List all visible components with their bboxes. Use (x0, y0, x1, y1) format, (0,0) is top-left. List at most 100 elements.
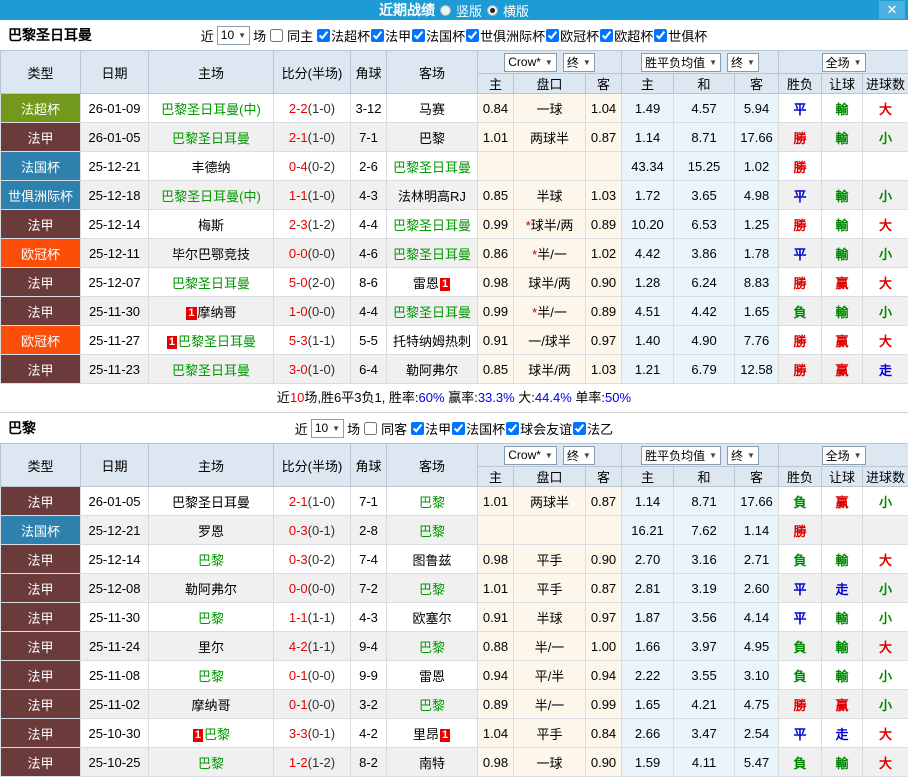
score-cell: 2-2(1-0) (274, 94, 351, 123)
team-label: 巴黎 (204, 727, 230, 742)
filter-bar-paris: 巴黎 近 10▼ 场 同客 法甲法国杯球会友谊法乙 (0, 412, 908, 443)
halftime-score: (1-2) (308, 755, 335, 770)
avg-away-cell: 3.10 (735, 661, 779, 690)
date-cell: 25-12-18 (81, 181, 149, 210)
odds-group-header: Crow*▼ 终▼ (478, 444, 622, 467)
summary-segment: 近 (277, 390, 290, 405)
league-checkbox[interactable] (411, 422, 424, 435)
home-odds-cell: 0.85 (478, 355, 514, 384)
same-away-checkbox[interactable] (364, 422, 377, 435)
away-odds-cell (586, 152, 622, 181)
same-home-label: 同主 (287, 26, 313, 45)
league-checkbox[interactable] (573, 422, 586, 435)
handicap-result-cell: 輸 (822, 632, 863, 661)
league-checkbox[interactable] (412, 29, 425, 42)
league-checkbox[interactable] (600, 29, 613, 42)
handicap-result-cell: 走 (822, 719, 863, 748)
fulltime-score: 1-0 (289, 304, 308, 319)
fulltime-score: 5-3 (289, 333, 308, 348)
horizontal-layout-radio[interactable] (487, 5, 498, 16)
league-checkbox[interactable] (506, 422, 519, 435)
recent-count-select[interactable]: 10▼ (217, 26, 250, 45)
avg-home-cell: 16.21 (622, 516, 674, 545)
result-cell: 平 (779, 94, 822, 123)
fulltime-score: 0-3 (289, 552, 308, 567)
avg-time-select[interactable]: 终▼ (727, 53, 759, 72)
match-row: 世俱洲际杯25-12-18巴黎圣日耳曼(中)1-1(1-0)4-3法林明高RJ0… (1, 181, 908, 210)
odds-time-select[interactable]: 终▼ (563, 53, 595, 72)
odds-time-select[interactable]: 终▼ (563, 446, 595, 465)
type-cell: 法甲 (1, 268, 81, 297)
corners-cell: 6-4 (351, 355, 387, 384)
bookmaker-select[interactable]: Crow*▼ (504, 53, 557, 72)
chevron-down-icon: ▼ (332, 424, 340, 433)
avg-draw-cell: 15.25 (674, 152, 735, 181)
fulltime-select[interactable]: 全场▼ (822, 53, 866, 72)
away-odds-cell: 0.89 (586, 210, 622, 239)
avg-away-cell: 1.65 (735, 297, 779, 326)
same-home-checkbox[interactable] (270, 29, 283, 42)
league-label: 法乙 (587, 419, 613, 438)
bookmaker-select[interactable]: Crow*▼ (504, 446, 557, 465)
goals-result-cell (863, 516, 908, 545)
avg-select[interactable]: 胜平负均值▼ (641, 446, 721, 465)
team-label: 巴黎 (198, 669, 224, 684)
matches-label: 场 (253, 26, 266, 45)
league-label: 世俱洲际杯 (480, 26, 545, 45)
halftime-score: (1-0) (308, 494, 335, 509)
goals-result-cell: 大 (863, 748, 908, 777)
score-cell: 0-1(0-0) (274, 690, 351, 719)
match-row: 法甲25-11-30巴黎1-1(1-1)4-3欧塞尔0.91半球0.971.87… (1, 603, 908, 632)
handicap-cell: 平手 (514, 545, 586, 574)
league-checkbox[interactable] (546, 29, 559, 42)
home-team-cell: 巴黎 (149, 748, 274, 777)
page-title: 近期战绩 (379, 0, 435, 20)
fulltime-score: 1-2 (289, 755, 308, 770)
halftime-score: (2-0) (308, 275, 335, 290)
team-label: 巴黎圣日耳曼 (393, 247, 471, 262)
avg-time-select[interactable]: 终▼ (727, 446, 759, 465)
red-card-badge: 1 (440, 729, 450, 742)
summary-segment: 44.4% (535, 390, 572, 405)
league-checkbox[interactable] (654, 29, 667, 42)
home-odds-cell (478, 152, 514, 181)
home-team-cell: 1巴黎圣日耳曼 (149, 326, 274, 355)
team-label: 巴黎圣日耳曼 (393, 218, 471, 233)
league-checkbox[interactable] (371, 29, 384, 42)
recent-count-select[interactable]: 10▼ (311, 419, 344, 438)
league-checkbox[interactable] (317, 29, 330, 42)
result-cell: 負 (779, 632, 822, 661)
fulltime-score: 0-3 (289, 523, 308, 538)
league-checkbox[interactable] (466, 29, 479, 42)
score-cell: 4-2(1-1) (274, 632, 351, 661)
avg-home-cell: 2.66 (622, 719, 674, 748)
halftime-score: (1-0) (308, 130, 335, 145)
team-label: 巴黎圣日耳曼 (393, 160, 471, 175)
fulltime-select[interactable]: 全场▼ (822, 446, 866, 465)
match-row: 法甲25-10-25巴黎1-2(1-2)8-2南特0.98一球0.901.594… (1, 748, 908, 777)
team-label: 雷恩 (419, 669, 445, 684)
team-label: 巴黎 (419, 640, 445, 655)
type-cell: 法甲 (1, 210, 81, 239)
handicap-result-cell: 赢 (822, 355, 863, 384)
match-row: 法国杯25-12-21罗恩0-3(0-1)2-8巴黎16.217.621.14勝 (1, 516, 908, 545)
vertical-layout-radio[interactable] (440, 5, 451, 16)
date-cell: 26-01-05 (81, 487, 149, 516)
goals-result-cell: 走 (863, 355, 908, 384)
handicap-result-cell: 赢 (822, 268, 863, 297)
team-label: 巴黎圣日耳曼 (178, 334, 256, 349)
team-label: 巴黎 (419, 582, 445, 597)
match-row: 法甲25-12-14巴黎0-3(0-2)7-4图鲁兹0.98平手0.902.70… (1, 545, 908, 574)
avg-away-cell: 4.14 (735, 603, 779, 632)
type-cell: 法甲 (1, 719, 81, 748)
result-cell: 平 (779, 574, 822, 603)
league-checkbox[interactable] (452, 422, 465, 435)
avg-select[interactable]: 胜平负均值▼ (641, 53, 721, 72)
team-label: 摩纳哥 (198, 305, 237, 320)
handicap-result-cell: 輸 (822, 661, 863, 690)
halftime-score: (0-1) (308, 523, 335, 538)
corners-cell: 4-6 (351, 239, 387, 268)
close-icon[interactable]: ✕ (879, 1, 905, 19)
avg-home-cell: 1.65 (622, 690, 674, 719)
sub-result: 胜负 (779, 467, 822, 487)
